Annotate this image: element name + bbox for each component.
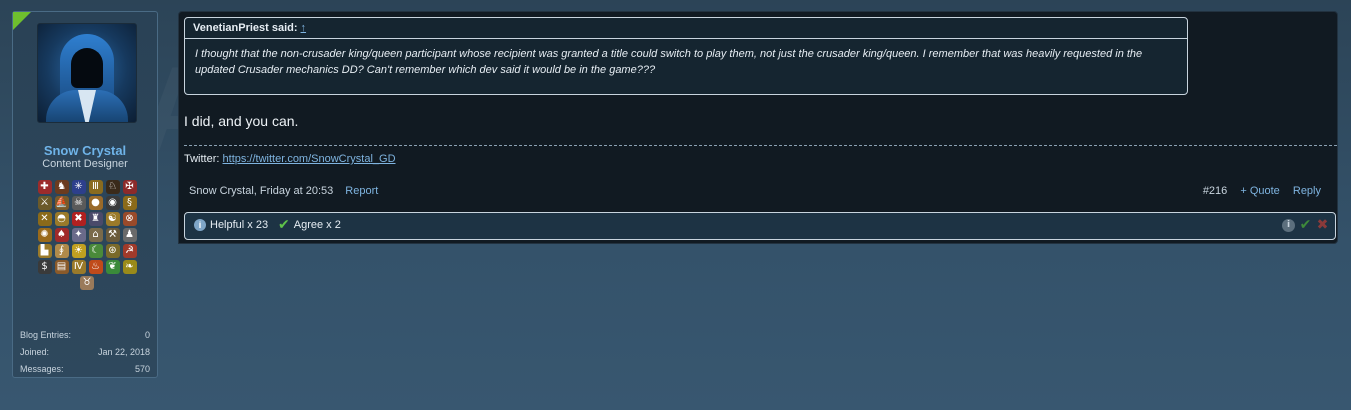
- message-text: I did, and you can.: [184, 113, 299, 129]
- username-link[interactable]: Snow Crystal: [13, 143, 157, 158]
- stat-label: Joined:: [20, 347, 50, 357]
- stat-value: 0: [144, 330, 150, 340]
- post-meta: Snow Crystal, Friday at 20:53 Report: [189, 185, 378, 197]
- dragon-icon[interactable]: §: [122, 196, 137, 210]
- reply-button[interactable]: Reply: [1293, 185, 1321, 197]
- stat-value: 570: [134, 364, 150, 374]
- report-link[interactable]: Report: [345, 185, 378, 197]
- forum-post-page: PARADOX Snow Crystal Content Designer ✚♞…: [0, 0, 1351, 410]
- stat-value: Jan 22, 2018: [97, 347, 150, 357]
- rate-agree-icon[interactable]: ✔: [1299, 218, 1312, 232]
- reaction-tools: i ✔ ✖: [1282, 218, 1329, 232]
- user-title: Content Designer: [42, 158, 128, 170]
- roman-four-icon[interactable]: Ⅳ: [71, 260, 86, 274]
- horse-head-icon[interactable]: ♘: [105, 180, 120, 194]
- skull-icon[interactable]: ☠: [71, 196, 86, 210]
- crossed-axes-icon[interactable]: ✕: [37, 212, 52, 226]
- sunburst-icon[interactable]: ☀: [71, 244, 86, 258]
- reactions-bar: i Helpful x 23 ✔ Agree x 2 i ✔ ✖: [184, 212, 1336, 240]
- scroll-icon[interactable]: ∮: [54, 244, 69, 258]
- sickle-icon[interactable]: ☭: [122, 244, 137, 258]
- signature-link[interactable]: https://twitter.com/SnowCrystal_GD: [223, 153, 396, 165]
- reaction-helpful-label: Helpful x 23: [210, 219, 269, 231]
- shield-cross-icon[interactable]: ✚: [37, 180, 52, 194]
- user-stats: Blog Entries: 0 Joined: Jan 22, 2018 Mes…: [20, 328, 150, 379]
- crossed-hammers-icon[interactable]: ⚒: [105, 228, 120, 242]
- staff-corner-flag: [13, 12, 31, 30]
- bow-icon[interactable]: ☾: [88, 244, 103, 258]
- star-compass-icon[interactable]: ✦: [71, 228, 86, 242]
- quote-text: I thought that the non-crusader king/que…: [195, 48, 1143, 76]
- temple-icon[interactable]: Ⅲ: [88, 180, 103, 194]
- round-shield-icon[interactable]: ⊗: [122, 212, 137, 226]
- leaf-sword-icon[interactable]: ❦: [105, 260, 120, 274]
- torch-icon[interactable]: ♨: [88, 260, 103, 274]
- elephant-icon[interactable]: ♟: [122, 228, 137, 242]
- castle-icon[interactable]: ♜: [88, 212, 103, 226]
- author-date-link[interactable]: Snow Crystal, Friday at 20:53: [189, 185, 333, 197]
- reaction-helpful[interactable]: i Helpful x 23: [194, 219, 268, 231]
- horse-icon[interactable]: ♞: [54, 180, 69, 194]
- eye-icon[interactable]: ◉: [105, 196, 120, 210]
- pouch-icon[interactable]: ●: [88, 196, 103, 210]
- signature-divider: [184, 145, 1337, 146]
- rate-disagree-icon[interactable]: ✖: [1316, 218, 1329, 232]
- signature: Twitter: https://twitter.com/SnowCrystal…: [184, 153, 396, 165]
- union-flag-icon[interactable]: ✳: [71, 180, 86, 194]
- avatar[interactable]: [37, 23, 137, 123]
- reaction-agree[interactable]: ✔ Agree x 2: [278, 217, 341, 233]
- red-circle-icon[interactable]: ✖: [71, 212, 86, 226]
- post-actions: #216 + Quote Reply: [1193, 185, 1321, 197]
- reaction-agree-label: Agree x 2: [293, 219, 341, 231]
- stat-blog-entries: Blog Entries: 0: [20, 328, 150, 345]
- stat-label: Blog Entries:: [20, 330, 72, 340]
- sun-wheel-icon[interactable]: ✺: [37, 228, 52, 242]
- stat-label: Messages:: [20, 364, 64, 374]
- bull-skull-icon[interactable]: ♉: [80, 276, 94, 290]
- quote-header: VenetianPriest said: ↑: [185, 18, 1187, 39]
- quote-block: VenetianPriest said: ↑ I thought that the…: [184, 17, 1188, 95]
- church-icon[interactable]: ⌂: [88, 228, 103, 242]
- banner-icon[interactable]: ✠: [122, 180, 137, 194]
- boot-icon[interactable]: ▙: [37, 244, 52, 258]
- dollar-icon[interactable]: $: [37, 260, 52, 274]
- trophy-grid: ✚ ♞ ✳ Ⅲ ♘ ✠ ⚔ ⛵ ☠ ● ◉ § ✕ ◓ ✖ ♜ ☯ ⊗ ✺ ♠ ✦ ⌂ ⚒ ♟ ▙ ∮ ☀ ☾ ⊛ ☭ $ ▤ Ⅳ ♨ ❦ ❧ ♉: [31, 180, 143, 290]
- crossed-swords-icon[interactable]: ⚔: [37, 196, 52, 210]
- ship-icon[interactable]: ⛵: [54, 196, 69, 210]
- stat-messages: Messages: 570: [20, 362, 150, 379]
- signature-prefix: Twitter:: [184, 153, 223, 165]
- laurel-icon[interactable]: ❧: [122, 260, 137, 274]
- quote-button[interactable]: + Quote: [1240, 185, 1279, 197]
- info-icon: i: [194, 219, 206, 231]
- post-number-link[interactable]: #216: [1203, 185, 1227, 197]
- rate-helpful-icon[interactable]: i: [1282, 219, 1295, 232]
- post-body: VenetianPriest said: ↑ I thought that the…: [178, 11, 1338, 244]
- quote-author: VenetianPriest said:: [193, 22, 298, 34]
- user-card: Snow Crystal Content Designer ✚ ♞ ✳ Ⅲ ♘ ✠ ⚔ ⛵ ☠ ●…: [12, 11, 158, 378]
- quote-jump-arrow-icon[interactable]: ↑: [301, 22, 307, 34]
- stat-joined: Joined: Jan 22, 2018: [20, 345, 150, 362]
- helmet-icon[interactable]: ◓: [54, 212, 69, 226]
- chest-icon[interactable]: ▤: [54, 260, 69, 274]
- wheel-icon[interactable]: ⊛: [105, 244, 120, 258]
- yin-yang-icon[interactable]: ☯: [105, 212, 120, 226]
- check-icon: ✔: [278, 217, 290, 233]
- spartan-helmet-icon[interactable]: ♠: [54, 228, 69, 242]
